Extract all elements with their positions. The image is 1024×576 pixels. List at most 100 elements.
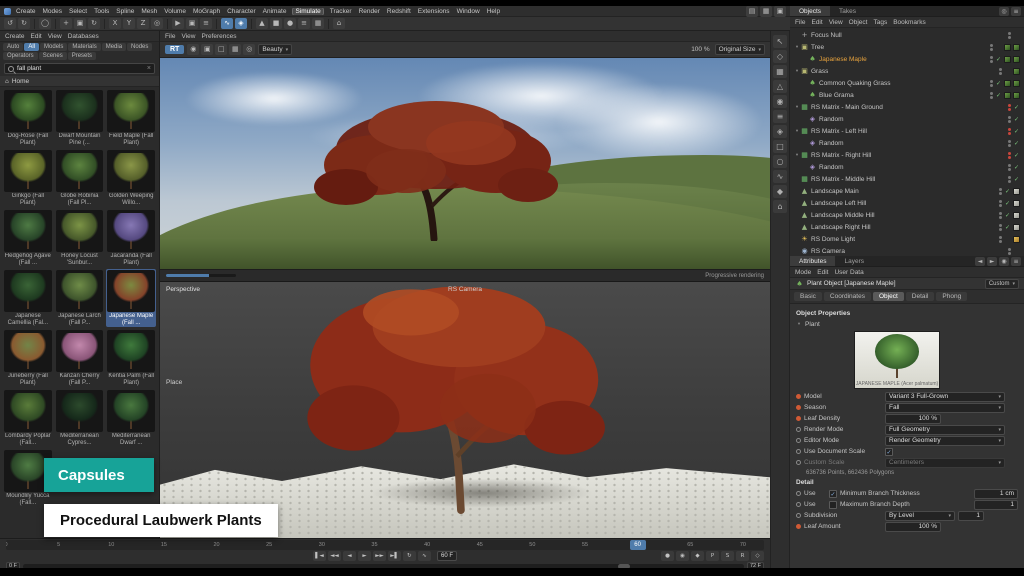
asset-globe-robinia-fall-pl[interactable]: Globe Robinia (Fall Pl... xyxy=(55,149,105,207)
zoom-level[interactable]: 100 % xyxy=(691,46,709,53)
forward-icon[interactable]: ► xyxy=(987,257,997,266)
menu-animate[interactable]: Animate xyxy=(263,8,287,15)
previous-key-button[interactable]: ◄◄ xyxy=(328,551,341,561)
menu-volume[interactable]: Volume xyxy=(164,8,186,15)
triangle-tool-icon[interactable]: △ xyxy=(773,80,787,93)
current-frame-field[interactable]: 60 F xyxy=(437,551,457,561)
asset-ginkgo-fall-plant[interactable]: Ginkgo (Fall Plant) xyxy=(3,149,53,207)
layout-columns-icon[interactable]: ▤ xyxy=(746,6,758,17)
loop-button[interactable]: ↻ xyxy=(403,551,416,561)
lock-icon[interactable]: ◉ xyxy=(999,257,1009,266)
objects-menu-tags[interactable]: Tags xyxy=(873,19,887,26)
enable-check-icon[interactable]: ✓ xyxy=(1004,224,1011,231)
asset-kentia-palm-fall-plant[interactable]: Kentia Palm (Fall Plant) xyxy=(106,329,156,387)
assets-menu-view[interactable]: View xyxy=(48,33,62,40)
tex-tag-icon[interactable] xyxy=(1013,92,1020,99)
map-tag-icon[interactable] xyxy=(1013,224,1020,231)
menu-window[interactable]: Window xyxy=(457,8,480,15)
attr-tab-phong[interactable]: Phong xyxy=(936,292,967,301)
enable-check-icon[interactable]: ✓ xyxy=(995,56,1002,63)
point-mode-icon[interactable]: ● xyxy=(284,18,296,29)
move-tool-icon[interactable]: + xyxy=(60,18,72,29)
go-to-start-button[interactable]: ▌◄ xyxy=(313,551,326,561)
viewport-panel[interactable]: Perspective RS Camera Place xyxy=(160,281,770,538)
keyframe-dot[interactable] xyxy=(796,513,801,518)
enable-check-icon[interactable]: ✓ xyxy=(1013,104,1020,111)
tab-takes[interactable]: Takes xyxy=(830,6,865,16)
previous-frame-button[interactable]: ◄ xyxy=(343,551,356,561)
sound-button[interactable]: ∿ xyxy=(418,551,431,561)
season-dropdown[interactable]: Fall▾ xyxy=(885,403,1005,413)
enable-check-icon[interactable]: ✓ xyxy=(995,80,1002,87)
leaf-amount-field[interactable]: 100 % xyxy=(885,522,941,532)
visibility-dots[interactable] xyxy=(1008,128,1011,135)
enable-check-icon[interactable]: ✓ xyxy=(1013,140,1020,147)
use-document-scale-checkbox[interactable]: ✓ xyxy=(885,448,893,456)
record-rotation-button[interactable]: R xyxy=(736,551,749,561)
home-tool-icon[interactable]: ⌂ xyxy=(773,200,787,213)
model-dropdown[interactable]: Variant 3 Full-Grown▾ xyxy=(885,392,1005,402)
asset-lombardy-poplar-fall[interactable]: Lombardy Poplar (Fall... xyxy=(3,389,53,447)
make-editable-icon[interactable]: ▲ xyxy=(256,18,268,29)
lines-tool-icon[interactable]: ≡ xyxy=(773,110,787,123)
minimum-branch-thickness-checkbox[interactable]: ✓ xyxy=(829,490,837,498)
visibility-dots[interactable] xyxy=(999,224,1002,231)
visibility-dots[interactable] xyxy=(1008,152,1011,159)
menu-mograph[interactable]: MoGraph xyxy=(193,8,220,15)
menu-redshift[interactable]: Redshift xyxy=(387,8,411,15)
asset-jacaranda-fall-plant[interactable]: Jacaranda (Fall Plant) xyxy=(106,209,156,267)
object-tree[interactable]: ▾▣Tree xyxy=(792,41,1022,53)
undo-icon[interactable]: ↺ xyxy=(4,18,16,29)
assets-tab-scenes[interactable]: Scenes xyxy=(39,52,67,60)
render-mode-dropdown[interactable]: Full Geometry▾ xyxy=(885,425,1005,435)
polygon-mode-icon[interactable]: ▦ xyxy=(312,18,324,29)
asset-dog-rose-fall-plant[interactable]: Dog-Rose (Fall Plant) xyxy=(3,89,53,147)
object-random[interactable]: ◈Random✓ xyxy=(792,137,1022,149)
edge-mode-icon[interactable]: ≡ xyxy=(298,18,310,29)
y-axis-lock-icon[interactable]: Y xyxy=(123,18,135,29)
play-button[interactable]: ► xyxy=(358,551,371,561)
subdivision-level-field[interactable]: 1 xyxy=(958,511,984,521)
menu-modes[interactable]: Modes xyxy=(43,8,63,15)
enable-check-icon[interactable]: ✓ xyxy=(1013,128,1020,135)
asset-golden-weeping-willo[interactable]: Golden Weeping Willo... xyxy=(106,149,156,207)
renderview-menu-file[interactable]: File xyxy=(165,33,175,40)
grid-tool-icon[interactable]: ▦ xyxy=(773,65,787,78)
enable-check-icon[interactable]: ✓ xyxy=(1013,176,1020,183)
assets-tab-media[interactable]: Media xyxy=(102,43,126,51)
objects-menu-view[interactable]: View xyxy=(829,19,843,26)
scale-tool-icon[interactable]: ▣ xyxy=(74,18,86,29)
menu-tracker[interactable]: Tracker xyxy=(330,8,352,15)
keyframe-dot[interactable] xyxy=(796,524,801,529)
object-rs-matrix-main-ground[interactable]: ▾▦RS Matrix - Main Ground✓ xyxy=(792,101,1022,113)
clear-search-icon[interactable]: × xyxy=(147,65,151,72)
next-key-button[interactable]: ►► xyxy=(373,551,386,561)
assets-tab-all[interactable]: All xyxy=(24,43,39,51)
keyframe-dot[interactable] xyxy=(796,416,801,421)
objects-menu-object[interactable]: Object xyxy=(849,19,868,26)
object-japanese-maple[interactable]: ♠Japanese Maple✓ xyxy=(792,53,1022,65)
visibility-dots[interactable] xyxy=(990,92,993,99)
diamond-tool-icon[interactable]: ◇ xyxy=(773,50,787,63)
x-axis-lock-icon[interactable]: X xyxy=(109,18,121,29)
maple-tree-object[interactable] xyxy=(294,281,624,514)
visibility-dots[interactable] xyxy=(1008,248,1011,255)
workplane-icon[interactable]: ⌂ xyxy=(333,18,345,29)
plant-preview-thumbnail[interactable]: JAPANESE MAPLE (Acer palmatum) xyxy=(854,331,940,389)
visibility-dots[interactable] xyxy=(990,44,993,51)
model-mode-icon[interactable]: ■ xyxy=(270,18,282,29)
keyframe-dot[interactable] xyxy=(796,438,801,443)
object-landscape-middle-hill[interactable]: ▲Landscape Middle Hill✓ xyxy=(792,209,1022,221)
autokey-button[interactable]: ◉ xyxy=(676,551,689,561)
tex-tag-icon[interactable] xyxy=(1013,56,1020,63)
assets-tab-materials[interactable]: Materials xyxy=(68,43,100,51)
rotate-tool-icon[interactable]: ↻ xyxy=(88,18,100,29)
menu-character[interactable]: Character xyxy=(227,8,256,15)
object-random[interactable]: ◈Random✓ xyxy=(792,161,1022,173)
rt-toggle-button[interactable]: RT xyxy=(165,45,184,54)
editor-mode-dropdown[interactable]: Render Geometry▾ xyxy=(885,436,1005,446)
search-icon[interactable]: ◎ xyxy=(999,7,1009,16)
renderview-menu-preferences[interactable]: Preferences xyxy=(201,33,236,40)
keyframe-dot[interactable] xyxy=(796,427,801,432)
snapshot-icon[interactable]: ◉ xyxy=(187,44,199,55)
